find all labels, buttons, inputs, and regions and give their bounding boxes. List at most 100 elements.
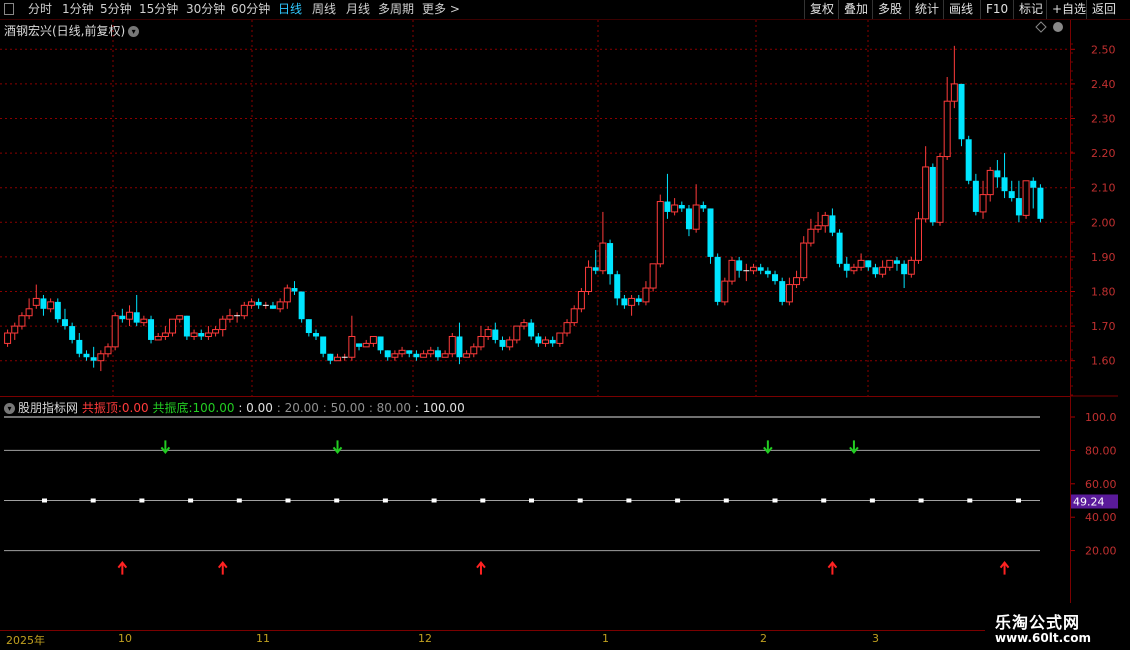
candle-body xyxy=(97,353,105,362)
candle-body xyxy=(700,205,707,209)
candle-body xyxy=(1015,198,1022,216)
candle-body xyxy=(356,343,363,347)
candle xyxy=(621,294,628,309)
period-tab[interactable]: 60分钟 xyxy=(231,2,270,17)
candle-body xyxy=(829,215,836,233)
candle-body xyxy=(384,350,391,358)
candle xyxy=(936,153,944,226)
candle xyxy=(484,326,492,340)
price-tick-label: 2.00 xyxy=(1091,216,1116,229)
menu-icon[interactable] xyxy=(4,3,14,15)
red-up-arrow xyxy=(117,560,128,575)
candle-body xyxy=(750,266,758,272)
period-tab[interactable]: 5分钟 xyxy=(100,2,132,17)
date-label: 2025年 xyxy=(6,634,45,647)
candle-body xyxy=(140,318,148,324)
candle xyxy=(642,281,650,306)
candle xyxy=(305,319,312,337)
candle xyxy=(879,260,887,278)
period-tab[interactable]: 更多 > xyxy=(422,2,460,17)
candle xyxy=(362,339,370,348)
period-tab[interactable]: 分时 xyxy=(28,2,52,17)
candle-body xyxy=(692,204,700,230)
candle-body xyxy=(111,315,119,348)
candle xyxy=(757,263,764,275)
toolbar-button[interactable]: 多股 xyxy=(872,0,907,19)
candlestick-svg xyxy=(0,20,1070,396)
candle-body xyxy=(901,263,908,275)
indicator-tick-label: 20.00 xyxy=(1085,545,1117,558)
red-up-arrow xyxy=(999,560,1010,575)
toolbar-button[interactable]: 统计 xyxy=(909,0,944,19)
candle-body xyxy=(994,170,1001,178)
candle xyxy=(506,336,514,351)
candle-body xyxy=(54,301,61,320)
candle xyxy=(556,332,564,347)
period-tab[interactable]: 1分钟 xyxy=(62,2,94,17)
candle-body xyxy=(1001,177,1008,192)
candle xyxy=(528,319,535,340)
toolbar-button[interactable]: 返回 xyxy=(1086,0,1121,19)
price-tick-label: 2.40 xyxy=(1091,78,1116,91)
candle xyxy=(226,308,234,323)
candle xyxy=(148,315,155,344)
candle-body xyxy=(47,301,55,310)
candle-body xyxy=(549,339,556,344)
toolbar-button[interactable]: 标记 xyxy=(1013,0,1048,19)
axis-svg: 2.50 2.40 2.30 2.20 2.10 2.00 1.90 1.80 1.70 1.60… xyxy=(1071,43,1119,558)
candlestick-chart[interactable] xyxy=(0,20,1070,396)
candle xyxy=(1022,180,1030,219)
toolbar-button[interactable]: 画线 xyxy=(943,0,978,19)
candle xyxy=(76,333,83,358)
period-tab[interactable]: 15分钟 xyxy=(139,2,178,17)
candle-body xyxy=(398,349,406,355)
red-up-arrow xyxy=(476,560,486,575)
toolbar-button[interactable]: +自选 xyxy=(1046,0,1091,19)
candle-body xyxy=(649,263,657,289)
candle xyxy=(656,194,664,268)
candle xyxy=(965,135,972,185)
candle xyxy=(549,336,556,347)
candle xyxy=(183,315,190,340)
candle xyxy=(800,236,808,282)
period-tab[interactable]: 30分钟 xyxy=(186,2,225,17)
candle-body xyxy=(154,335,162,341)
price-tick-label: 2.10 xyxy=(1091,182,1116,195)
toolbar-button[interactable]: 复权 xyxy=(804,0,839,19)
candle xyxy=(169,318,177,337)
candle-body xyxy=(198,333,205,337)
candle xyxy=(628,294,636,316)
candle xyxy=(406,350,413,358)
midline-marker xyxy=(382,498,388,503)
candle xyxy=(635,294,642,306)
period-tab[interactable]: 日线 xyxy=(278,2,302,17)
candle-body xyxy=(814,225,822,230)
toolbar-button[interactable]: F10 xyxy=(980,0,1013,19)
candle xyxy=(994,160,1001,188)
candle xyxy=(914,211,922,264)
candle-body xyxy=(972,180,979,212)
candle xyxy=(535,333,542,347)
candle-body xyxy=(484,329,492,337)
candle xyxy=(614,270,621,306)
period-tab[interactable]: 周线 xyxy=(312,2,336,17)
price-tick-label: 1.90 xyxy=(1091,251,1116,264)
candle-body xyxy=(413,353,420,358)
candle xyxy=(262,301,269,309)
price-axis: 2.50 2.40 2.30 2.20 2.10 2.00 1.90 1.80 1.70 1.60… xyxy=(1070,20,1119,630)
period-tab[interactable]: 月线 xyxy=(346,2,370,17)
candle xyxy=(369,335,377,347)
indicator-chart[interactable] xyxy=(0,397,1070,627)
candle-body xyxy=(169,318,177,334)
candle xyxy=(764,267,771,278)
price-tick-label: 1.60 xyxy=(1091,355,1116,368)
side-strip xyxy=(1118,20,1130,630)
watermark: 乐淘公式网 www.60lt.com xyxy=(985,603,1120,649)
indicator-tick-label: 40.00 xyxy=(1085,511,1117,524)
period-tab[interactable]: 多周期 xyxy=(378,2,414,17)
toolbar-button[interactable]: 叠加 xyxy=(838,0,873,19)
midline-marker xyxy=(285,498,291,503)
candle-body xyxy=(420,353,428,358)
candle-body xyxy=(456,336,463,358)
candle-body xyxy=(183,315,190,337)
